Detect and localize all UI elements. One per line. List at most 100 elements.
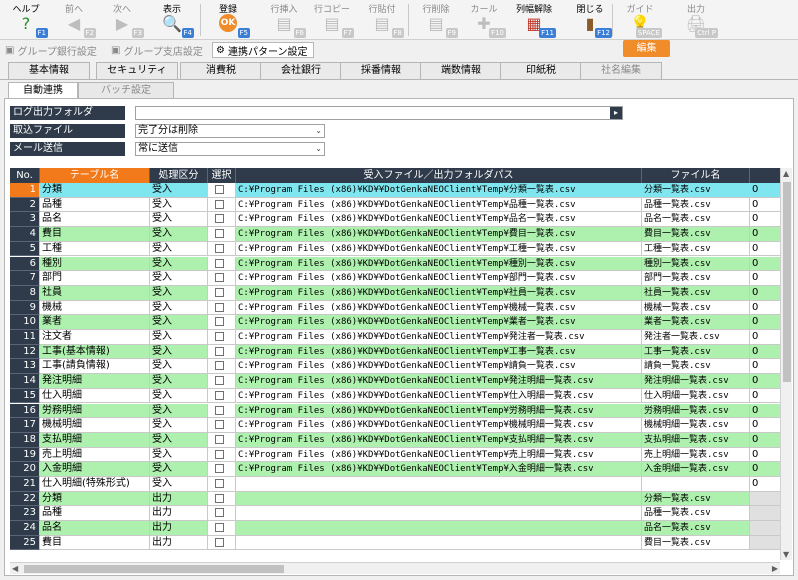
path-cell[interactable]: C:¥Program Files (x86)¥KD¥¥DotGenkaNEOCl… [236,183,642,198]
table-row[interactable]: 19 売上明細 受入 C:¥Program Files (x86)¥KD¥¥DotGe… [10,447,786,463]
select-checkbox[interactable] [215,317,224,327]
file-name-cell[interactable]: 品名一覧表.csv [642,521,750,536]
select-cell[interactable] [208,330,236,345]
process-type-cell[interactable]: 受入 [150,285,208,301]
select-checkbox[interactable] [215,390,224,400]
path-cell[interactable]: C:¥Program Files (x86)¥KD¥¥DotGenkaNEOCl… [236,388,642,404]
process-type-cell[interactable]: 受入 [150,330,208,345]
table-name-cell[interactable]: 工事(基本情報) [40,344,150,360]
path-cell[interactable]: C:¥Program Files (x86)¥KD¥¥DotGenkaNEOCl… [236,359,642,375]
file-name-cell[interactable]: 業者一覧表.csv [642,315,750,330]
select-checkbox[interactable] [215,302,224,312]
select-cell[interactable] [208,477,236,492]
table-name-cell[interactable]: 種別 [40,256,150,272]
column-header-1[interactable]: テーブル名 [40,168,150,183]
select-checkbox[interactable] [215,273,224,283]
table-name-cell[interactable]: 仕入明細(特殊形式) [40,477,150,492]
tab-top-5[interactable]: 端数情報 [420,62,502,79]
file-name-cell[interactable]: 品種一覧表.csv [642,197,750,213]
file-name-cell[interactable]: 社員一覧表.csv [642,285,750,301]
path-cell[interactable] [236,506,642,522]
path-cell[interactable]: C:¥Program Files (x86)¥KD¥¥DotGenkaNEOCl… [236,285,642,301]
table-row[interactable]: 17 機械明細 受入 C:¥Program Files (x86)¥KD¥¥DotGe… [10,418,786,433]
table-row[interactable]: 10 業者 受入 C:¥Program Files (x86)¥KD¥¥DotGenk… [10,315,786,330]
select-cell[interactable] [208,256,236,272]
tab-top-3[interactable]: 会社銀行 [260,62,342,79]
table-row[interactable]: 4 費目 受入 C:¥Program Files (x86)¥KD¥¥DotGenka… [10,227,786,242]
file-name-cell[interactable]: 分類一覧表.csv [642,491,750,507]
insert-row-button[interactable]: 行挿入 ▤ F6 [262,0,306,40]
process-type-cell[interactable]: 受入 [150,462,208,477]
process-type-cell[interactable]: 受入 [150,447,208,463]
tab-top-2[interactable]: 消費税 [180,62,262,79]
path-cell[interactable] [236,521,642,536]
table-row[interactable]: 6 種別 受入 C:¥Program Files (x86)¥KD¥¥DotGenka… [10,256,786,272]
tab-batch-settings[interactable]: バッチ設定 [78,82,174,98]
tab-top-0[interactable]: 基本情報 [8,62,90,79]
table-row[interactable]: 16 労務明細 受入 C:¥Program Files (x86)¥KD¥¥DotGe… [10,403,786,419]
path-cell[interactable]: C:¥Program Files (x86)¥KD¥¥DotGenkaNEOCl… [236,315,642,330]
copy-row-button[interactable]: 行コピー ▤ F7 [310,0,354,40]
select-checkbox[interactable] [215,434,224,444]
scroll-left-icon[interactable]: ◀ [12,564,18,573]
tab-auto-link[interactable]: 自動連携 [8,82,78,98]
tab-top-6[interactable]: 印紙税 [500,62,582,79]
select-cell[interactable] [208,418,236,433]
path-cell[interactable]: C:¥Program Files (x86)¥KD¥¥DotGenkaNEOCl… [236,462,642,477]
process-type-cell[interactable]: 受入 [150,300,208,316]
browse-folder-button[interactable]: ▸ [610,107,622,119]
process-type-cell[interactable]: 受入 [150,359,208,375]
process-type-cell[interactable]: 受入 [150,271,208,286]
table-row[interactable]: 24 品名 出力 品名一覧表.csv [10,521,786,536]
process-type-cell[interactable]: 出力 [150,521,208,536]
process-type-cell[interactable]: 受入 [150,418,208,433]
table-row[interactable]: 5 工種 受入 C:¥Program Files (x86)¥KD¥¥DotGenka… [10,241,786,257]
path-cell[interactable]: C:¥Program Files (x86)¥KD¥¥DotGenkaNEOCl… [236,212,642,228]
path-cell[interactable]: C:¥Program Files (x86)¥KD¥¥DotGenkaNEOCl… [236,227,642,242]
table-name-cell[interactable]: 工事(請負情報) [40,359,150,375]
select-checkbox[interactable] [215,464,224,474]
select-checkbox[interactable] [215,346,224,356]
select-cell[interactable] [208,388,236,404]
table-row[interactable]: 9 機械 受入 C:¥Program Files (x86)¥KD¥¥DotGenka… [10,300,786,316]
table-name-cell[interactable]: 注文者 [40,330,150,345]
select-checkbox[interactable] [215,537,224,547]
select-cell[interactable] [208,227,236,242]
table-row[interactable]: 25 費目 出力 費目一覧表.csv [10,535,786,551]
process-type-cell[interactable]: 受入 [150,241,208,257]
file-name-cell[interactable]: 請負一覧表.csv [642,359,750,375]
table-name-cell[interactable]: 売上明細 [40,447,150,463]
file-name-cell[interactable]: 分類一覧表.csv [642,183,750,198]
file-name-cell[interactable]: 仕入明細一覧表.csv [642,388,750,404]
import-file-select[interactable]: 完了分は削除 ⌄ [135,124,325,138]
output-button[interactable]: 出力 🖨 Ctrl P [674,0,718,40]
select-cell[interactable] [208,506,236,522]
table-name-cell[interactable]: 品種 [40,506,150,522]
select-cell[interactable] [208,241,236,257]
file-name-cell[interactable] [642,477,750,492]
process-type-cell[interactable]: 受入 [150,432,208,448]
select-checkbox[interactable] [215,258,224,268]
select-checkbox[interactable] [215,185,224,194]
tab-top-7[interactable]: 社名編集 [580,62,662,79]
file-name-cell[interactable]: 機械明細一覧表.csv [642,418,750,433]
path-cell[interactable] [236,477,642,492]
select-cell[interactable] [208,535,236,551]
group-branch-button[interactable]: ▣ グループ支店設定 [108,42,212,58]
view-button[interactable]: 表示 🔍 F4 [150,0,194,40]
table-name-cell[interactable]: 費目 [40,227,150,242]
guide-button[interactable]: ガイド 💡 SPACE [618,0,662,40]
link-pattern-button[interactable]: ⚙ 連携パターン設定 [212,42,314,58]
table-name-cell[interactable]: 支払明細 [40,432,150,448]
file-name-cell[interactable]: 費目一覧表.csv [642,227,750,242]
column-header-0[interactable]: No. [10,168,40,183]
table-name-cell[interactable]: 仕入明細 [40,388,150,404]
path-cell[interactable]: C:¥Program Files (x86)¥KD¥¥DotGenkaNEOCl… [236,344,642,360]
register-button[interactable]: 登録 OK F5 [206,0,250,40]
process-type-cell[interactable]: 受入 [150,197,208,213]
process-type-cell[interactable]: 出力 [150,491,208,507]
table-name-cell[interactable]: 機械 [40,300,150,316]
path-cell[interactable]: C:¥Program Files (x86)¥KD¥¥DotGenkaNEOCl… [236,330,642,345]
table-name-cell[interactable]: 機械明細 [40,418,150,433]
table-name-cell[interactable]: 費目 [40,535,150,551]
